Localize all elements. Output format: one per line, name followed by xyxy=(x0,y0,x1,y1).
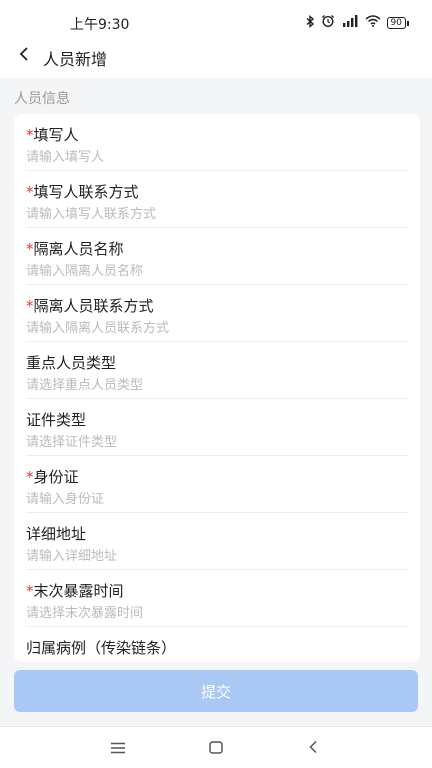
nav-bar: 人员新增 xyxy=(0,34,432,78)
system-back-button[interactable] xyxy=(302,737,324,759)
filler-contact-input[interactable] xyxy=(26,205,396,223)
battery-icon: 90 xyxy=(386,16,410,29)
form-field-filler[interactable]: *填写人 xyxy=(14,114,420,171)
field-label: 归属病例（传染链条） xyxy=(26,639,177,657)
field-label: *隔离人员联系方式 xyxy=(26,297,154,315)
alarm-icon xyxy=(321,14,335,31)
form-field-isolated-name[interactable]: *隔离人员名称 xyxy=(14,228,420,285)
field-label: *填写人联系方式 xyxy=(26,183,139,201)
field-label: 证件类型 xyxy=(26,411,87,429)
status-icons: 90 xyxy=(305,14,410,31)
field-label: 重点人员类型 xyxy=(26,354,117,372)
form-field-address[interactable]: 详细地址 xyxy=(14,513,420,570)
page-title: 人员新增 xyxy=(43,50,108,69)
address-input[interactable] xyxy=(26,547,396,565)
form-field-isolated-contact[interactable]: *隔离人员联系方式 xyxy=(14,285,420,342)
system-nav-bar xyxy=(0,727,432,768)
home-icon xyxy=(209,739,223,758)
form-field-belonging-case[interactable]: 归属病例（传染链条） xyxy=(14,627,420,662)
field-label: *填写人 xyxy=(26,126,79,144)
form-field-id-card[interactable]: *身份证 xyxy=(14,456,420,513)
bluetooth-icon xyxy=(305,14,315,31)
submit-button[interactable]: 提交 xyxy=(14,670,418,712)
signal-icon xyxy=(341,15,359,30)
home-button[interactable] xyxy=(205,737,227,759)
back-triangle-icon xyxy=(308,739,318,758)
field-label: *隔离人员名称 xyxy=(26,240,124,258)
field-label: 详细地址 xyxy=(26,525,87,543)
menu-button[interactable] xyxy=(107,737,129,759)
id-type-select[interactable] xyxy=(26,433,396,451)
required-mark: * xyxy=(26,183,34,201)
section-title: 人员信息 xyxy=(14,91,70,107)
form-field-last-exposure-time[interactable]: *末次暴露时间 xyxy=(14,570,420,627)
required-mark: * xyxy=(26,126,34,144)
field-label: *末次暴露时间 xyxy=(26,582,124,600)
key-person-type-select[interactable] xyxy=(26,376,396,394)
person-info-form: *填写人 *填写人联系方式 *隔离人员名称 *隔离人员联系方式 重点人员类型 证… xyxy=(14,114,420,662)
field-label: *身份证 xyxy=(26,468,79,486)
required-mark: * xyxy=(26,582,34,600)
required-mark: * xyxy=(26,468,34,486)
required-mark: * xyxy=(26,240,34,258)
last-exposure-time-picker[interactable] xyxy=(26,604,396,622)
filler-input[interactable] xyxy=(26,148,396,166)
menu-icon xyxy=(110,739,126,758)
back-button[interactable] xyxy=(10,42,38,70)
status-time: 上午9:30 xyxy=(70,17,130,33)
id-card-input[interactable] xyxy=(26,490,396,508)
required-mark: * xyxy=(26,297,34,315)
chevron-left-icon xyxy=(18,46,30,66)
form-field-id-type[interactable]: 证件类型 xyxy=(14,399,420,456)
isolated-name-input[interactable] xyxy=(26,262,396,280)
form-field-key-person-type[interactable]: 重点人员类型 xyxy=(14,342,420,399)
isolated-contact-input[interactable] xyxy=(26,319,396,337)
form-field-filler-contact[interactable]: *填写人联系方式 xyxy=(14,171,420,228)
wifi-icon xyxy=(365,15,381,30)
